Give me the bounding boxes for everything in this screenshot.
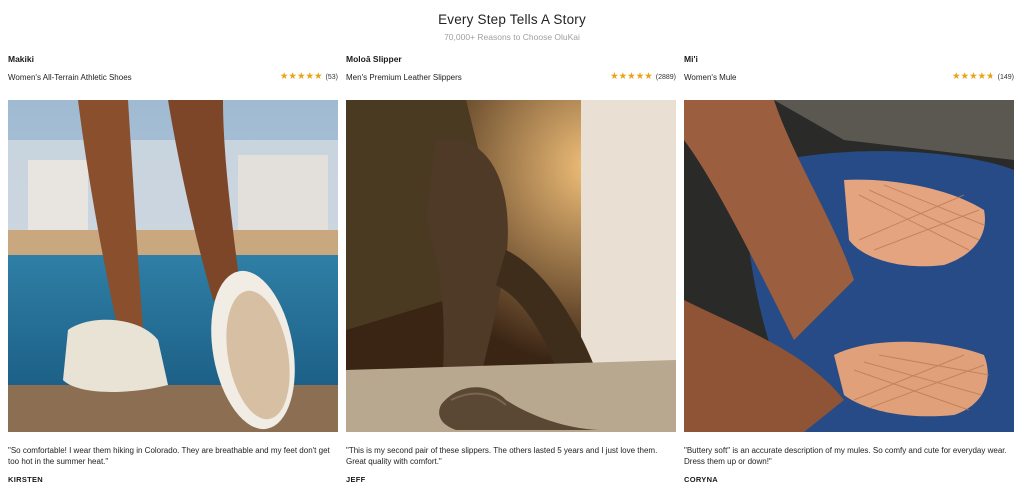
product-name[interactable]: Moloā Slipper: [346, 54, 402, 64]
review-count: (2889): [655, 73, 676, 81]
product-card-makiki: Makiki Women's All-Terrain Athletic Shoe…: [8, 0, 338, 495]
product-name[interactable]: Mi'i: [684, 54, 698, 64]
product-image: [8, 100, 338, 432]
star-icon: ★: [305, 71, 315, 82]
product-image: [684, 100, 1014, 432]
star-icon: ★: [610, 71, 619, 82]
star-icon: ★: [986, 72, 995, 83]
star-icon: ★: [644, 71, 653, 82]
review-author: JEFF: [346, 475, 366, 484]
product-image: [346, 100, 676, 432]
star-icon: ★: [952, 71, 961, 82]
product-name[interactable]: Makiki: [8, 54, 34, 64]
product-rating[interactable]: ★★★★★ (149): [952, 71, 1014, 83]
product-photo[interactable]: [8, 100, 338, 432]
product-rating[interactable]: ★ ★ ★ ★ ★ (2889): [610, 72, 676, 82]
star-icon: ★: [635, 71, 645, 82]
product-subtitle: Men's Premium Leather Slippers: [346, 73, 462, 82]
review-count: (149): [997, 73, 1014, 81]
star-icon: ★: [279, 71, 289, 82]
star-icon: ★: [296, 71, 306, 82]
product-subtitle: Women's Mule: [684, 73, 737, 82]
product-photo[interactable]: [346, 100, 676, 432]
product-subtitle: Women's All-Terrain Athletic Shoes: [8, 73, 132, 82]
star-rating: ★ ★ ★ ★ ★: [280, 72, 323, 82]
star-rating: ★ ★ ★ ★ ★: [610, 72, 653, 82]
product-rating[interactable]: ★ ★ ★ ★ ★ (53): [280, 72, 338, 82]
star-icon: ★: [960, 71, 970, 82]
product-photo[interactable]: [684, 100, 1014, 432]
star-rating: ★ ★ ★ ★ ★: [952, 71, 995, 83]
review-quote: "This is my second pair of these slipper…: [346, 446, 658, 466]
star-icon: ★: [618, 71, 628, 82]
star-icon: ★: [627, 71, 636, 82]
star-icon: ★: [969, 71, 978, 82]
review-count: (53): [325, 73, 338, 81]
star-icon: ★: [977, 71, 987, 82]
review-author: CORYNA: [684, 475, 719, 484]
product-card-moloa-slipper: Moloā Slipper Men's Premium Leather Slip…: [346, 0, 676, 495]
review-quote: "So comfortable! I wear them hiking in C…: [8, 446, 330, 466]
star-icon: ★: [288, 71, 297, 82]
review-quote: "Buttery soft" is an accurate descriptio…: [684, 446, 1007, 466]
star-icon: ★: [314, 71, 323, 82]
review-author: KIRSTEN: [8, 475, 44, 484]
product-card-mii: Mi'i Women's Mule ★★★★★ (149) "Buttery s…: [684, 0, 1014, 495]
